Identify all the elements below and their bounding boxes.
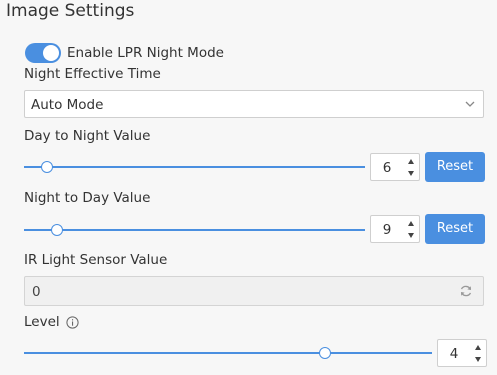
toggle-knob [43,45,59,61]
day-to-night-stepper[interactable]: 6 [370,153,420,181]
level-value: 4 [449,346,459,362]
effective-time-label: Night Effective Time [24,66,161,82]
day-to-night-reset-button[interactable]: Reset [425,152,485,182]
night-to-day-slider[interactable] [24,229,365,231]
info-icon[interactable] [66,316,79,329]
ir-sensor-value: 0 [32,284,41,300]
chevron-down-icon [465,101,475,107]
night-to-day-value: 9 [382,222,392,238]
day-to-night-value: 6 [382,160,392,176]
spin-down-icon[interactable] [474,355,482,363]
effective-time-select[interactable]: Auto Mode [24,90,484,118]
night-mode-toggle[interactable] [25,43,61,63]
night-to-day-label: Night to Day Value [24,190,151,206]
ir-sensor-field: 0 [24,276,484,306]
ir-sensor-label: IR Light Sensor Value [24,252,168,268]
night-to-day-reset-button[interactable]: Reset [425,214,485,244]
refresh-icon[interactable] [459,284,473,298]
level-slider-thumb[interactable] [319,347,331,359]
level-label: Level [24,314,60,330]
night-to-day-slider-thumb[interactable] [51,224,63,236]
spin-up-icon[interactable] [407,158,415,166]
level-slider[interactable] [24,352,432,354]
day-to-night-slider-thumb[interactable] [41,161,53,173]
night-mode-label: Enable LPR Night Mode [67,45,224,61]
spin-up-icon[interactable] [474,344,482,352]
spin-down-icon[interactable] [407,169,415,177]
level-stepper[interactable]: 4 [437,339,487,367]
day-to-night-slider[interactable] [24,166,365,168]
spin-down-icon[interactable] [407,231,415,239]
night-to-day-stepper[interactable]: 9 [370,215,420,243]
effective-time-value: Auto Mode [31,97,104,113]
spin-up-icon[interactable] [407,220,415,228]
day-to-night-label: Day to Night Value [24,128,151,144]
section-title: Image Settings [6,1,135,21]
